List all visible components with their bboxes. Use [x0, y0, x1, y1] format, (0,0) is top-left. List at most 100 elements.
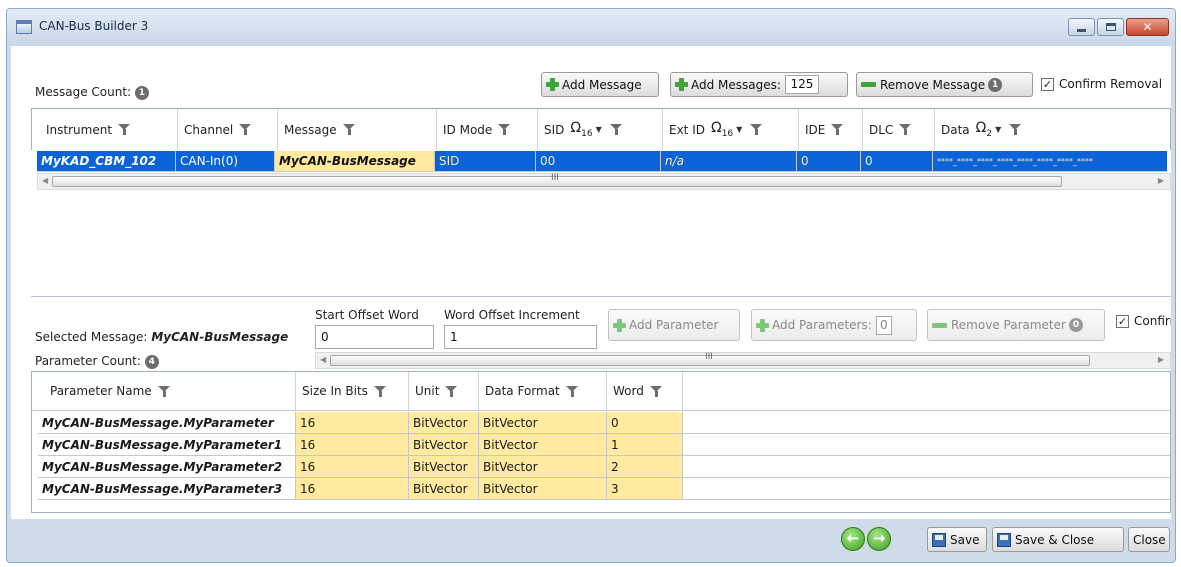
- cell-ide[interactable]: 0: [797, 151, 861, 172]
- forward-button[interactable]: →: [867, 527, 891, 551]
- add-parameters-button[interactable]: Add Parameters: 0: [751, 309, 917, 341]
- cell-size[interactable]: 16: [296, 478, 409, 500]
- cell-dlc[interactable]: 0: [861, 151, 933, 172]
- scroll-right-icon[interactable]: ▶: [1158, 355, 1164, 364]
- cell-word[interactable]: 1: [607, 434, 683, 456]
- close-window-button[interactable]: ✕: [1126, 18, 1169, 36]
- plus-icon: [756, 318, 769, 332]
- col-channel[interactable]: Channel: [178, 109, 278, 150]
- remove-message-button[interactable]: Remove Message 1: [856, 72, 1033, 97]
- cell-ext-id[interactable]: n/a: [661, 151, 797, 172]
- add-message-button[interactable]: Add Message: [541, 72, 659, 97]
- scroll-left-icon[interactable]: ◀: [320, 355, 326, 364]
- word-increment-input[interactable]: 1: [444, 325, 597, 349]
- col-data[interactable]: Data Ω2 ▼: [935, 109, 1170, 150]
- chevron-down-icon[interactable]: ▼: [736, 125, 742, 134]
- col-parameter-name[interactable]: Parameter Name: [32, 372, 296, 410]
- cell-channel[interactable]: CAN-In(0): [176, 151, 275, 172]
- chevron-down-icon[interactable]: ▼: [596, 125, 602, 134]
- col-size-in-bits[interactable]: Size In Bits: [296, 372, 409, 410]
- col-instrument[interactable]: Instrument: [32, 109, 178, 150]
- filter-icon[interactable]: [899, 124, 913, 135]
- add-messages-count-input[interactable]: 125: [784, 75, 819, 94]
- add-parameters-count-input[interactable]: 0: [875, 315, 892, 335]
- cell-instrument[interactable]: MyKAD_CBM_102: [37, 151, 176, 172]
- table-row[interactable]: MyCAN-BusMessage.MyParameter1 16 BitVect…: [38, 434, 1170, 456]
- confirm-parameter-check[interactable]: ✓: [1116, 314, 1129, 328]
- scrollbar-thumb[interactable]: III: [52, 173, 1062, 187]
- table-row[interactable]: MyCAN-BusMessage.MyParameter3 16 BitVect…: [38, 478, 1170, 500]
- cell-unit[interactable]: BitVector: [409, 412, 479, 434]
- filter-icon[interactable]: [118, 124, 132, 135]
- radix-selector[interactable]: Ω16: [711, 120, 733, 139]
- col-message[interactable]: Message: [278, 109, 437, 150]
- cell-word[interactable]: 3: [607, 478, 683, 500]
- scroll-left-icon[interactable]: ◀: [42, 176, 48, 185]
- cell-parameter-name[interactable]: MyCAN-BusMessage.MyParameter3: [38, 478, 296, 500]
- cell-data-format[interactable]: BitVector: [479, 434, 607, 456]
- start-offset-input[interactable]: 0: [315, 325, 434, 349]
- col-sid[interactable]: SID Ω16 ▼: [538, 109, 663, 150]
- cell-unit[interactable]: BitVector: [409, 478, 479, 500]
- cell-unit[interactable]: BitVector: [409, 456, 479, 478]
- filter-icon[interactable]: [831, 124, 845, 135]
- cell-data-format[interactable]: BitVector: [479, 456, 607, 478]
- filter-icon[interactable]: [445, 385, 459, 397]
- filter-icon[interactable]: [157, 385, 171, 397]
- col-data-format[interactable]: Data Format: [479, 372, 607, 410]
- scroll-right-icon[interactable]: ▶: [1158, 176, 1164, 185]
- col-dlc[interactable]: DLC: [863, 109, 935, 150]
- cell-unit[interactable]: BitVector: [409, 434, 479, 456]
- add-messages-button[interactable]: Add Messages: 125: [670, 72, 848, 97]
- save-close-button[interactable]: Save & Close: [992, 527, 1124, 552]
- table-row[interactable]: MyCAN-BusMessage.MyParameter2 16 BitVect…: [38, 456, 1170, 478]
- cell-parameter-name[interactable]: MyCAN-BusMessage.MyParameter: [38, 412, 296, 434]
- radix-selector[interactable]: Ω2: [976, 120, 992, 139]
- add-parameter-button[interactable]: Add Parameter: [608, 309, 740, 341]
- message-grid-scrollbar[interactable]: ◀ III ▶: [37, 173, 1171, 190]
- minimize-button[interactable]: [1068, 18, 1095, 36]
- filter-icon[interactable]: [565, 385, 579, 397]
- save-button[interactable]: Save: [927, 527, 987, 552]
- cell-data-format[interactable]: BitVector: [479, 412, 607, 434]
- confirm-removal-checkbox[interactable]: ✓ Confirm Removal: [1041, 77, 1169, 91]
- back-arrow-icon: ←: [846, 529, 860, 547]
- scrollbar-thumb[interactable]: III: [330, 352, 1090, 366]
- cell-size[interactable]: 16: [296, 456, 409, 478]
- filter-icon[interactable]: [1009, 124, 1023, 135]
- maximize-button[interactable]: [1097, 18, 1124, 36]
- confirm-parameter-removal-checkbox[interactable]: ✓ Confirm: [1116, 314, 1171, 328]
- cell-data[interactable]: ****_****_****_****_****_****_****_****: [933, 151, 1167, 172]
- table-row[interactable]: MyCAN-BusMessage.MyParameter 16 BitVecto…: [38, 412, 1170, 434]
- chevron-down-icon[interactable]: ▼: [995, 125, 1001, 134]
- cell-sid[interactable]: 00: [536, 151, 661, 172]
- cell-message[interactable]: MyCAN-BusMessage: [275, 151, 435, 172]
- col-unit[interactable]: Unit: [409, 372, 479, 410]
- back-button[interactable]: ←: [841, 527, 865, 551]
- confirm-removal-check[interactable]: ✓: [1041, 77, 1054, 91]
- col-id-mode[interactable]: ID Mode: [437, 109, 538, 150]
- cell-id-mode[interactable]: SID: [435, 151, 536, 172]
- col-word[interactable]: Word: [607, 372, 683, 410]
- message-row-selected[interactable]: MyKAD_CBM_102 CAN-In(0) MyCAN-BusMessage…: [37, 151, 1167, 172]
- cell-parameter-name[interactable]: MyCAN-BusMessage.MyParameter1: [38, 434, 296, 456]
- filter-icon[interactable]: [609, 124, 623, 135]
- filter-icon[interactable]: [373, 385, 387, 397]
- radix-selector[interactable]: Ω16: [570, 120, 592, 139]
- filter-icon[interactable]: [649, 385, 663, 397]
- cell-word[interactable]: 2: [607, 456, 683, 478]
- filter-icon[interactable]: [239, 124, 253, 135]
- filter-icon[interactable]: [498, 124, 512, 135]
- cell-size[interactable]: 16: [296, 412, 409, 434]
- cell-parameter-name[interactable]: MyCAN-BusMessage.MyParameter2: [38, 456, 296, 478]
- filter-icon[interactable]: [750, 124, 764, 135]
- col-ide[interactable]: IDE: [799, 109, 863, 150]
- cell-size[interactable]: 16: [296, 434, 409, 456]
- cell-data-format[interactable]: BitVector: [479, 478, 607, 500]
- col-ext-id[interactable]: Ext ID Ω16 ▼: [663, 109, 799, 150]
- parameter-toolbar-scrollbar[interactable]: ◀ III ▶: [315, 352, 1171, 369]
- filter-icon[interactable]: [342, 124, 356, 135]
- remove-parameter-button[interactable]: Remove Parameter 0: [927, 309, 1105, 341]
- cell-word[interactable]: 0: [607, 412, 683, 434]
- close-button[interactable]: Close: [1128, 527, 1170, 552]
